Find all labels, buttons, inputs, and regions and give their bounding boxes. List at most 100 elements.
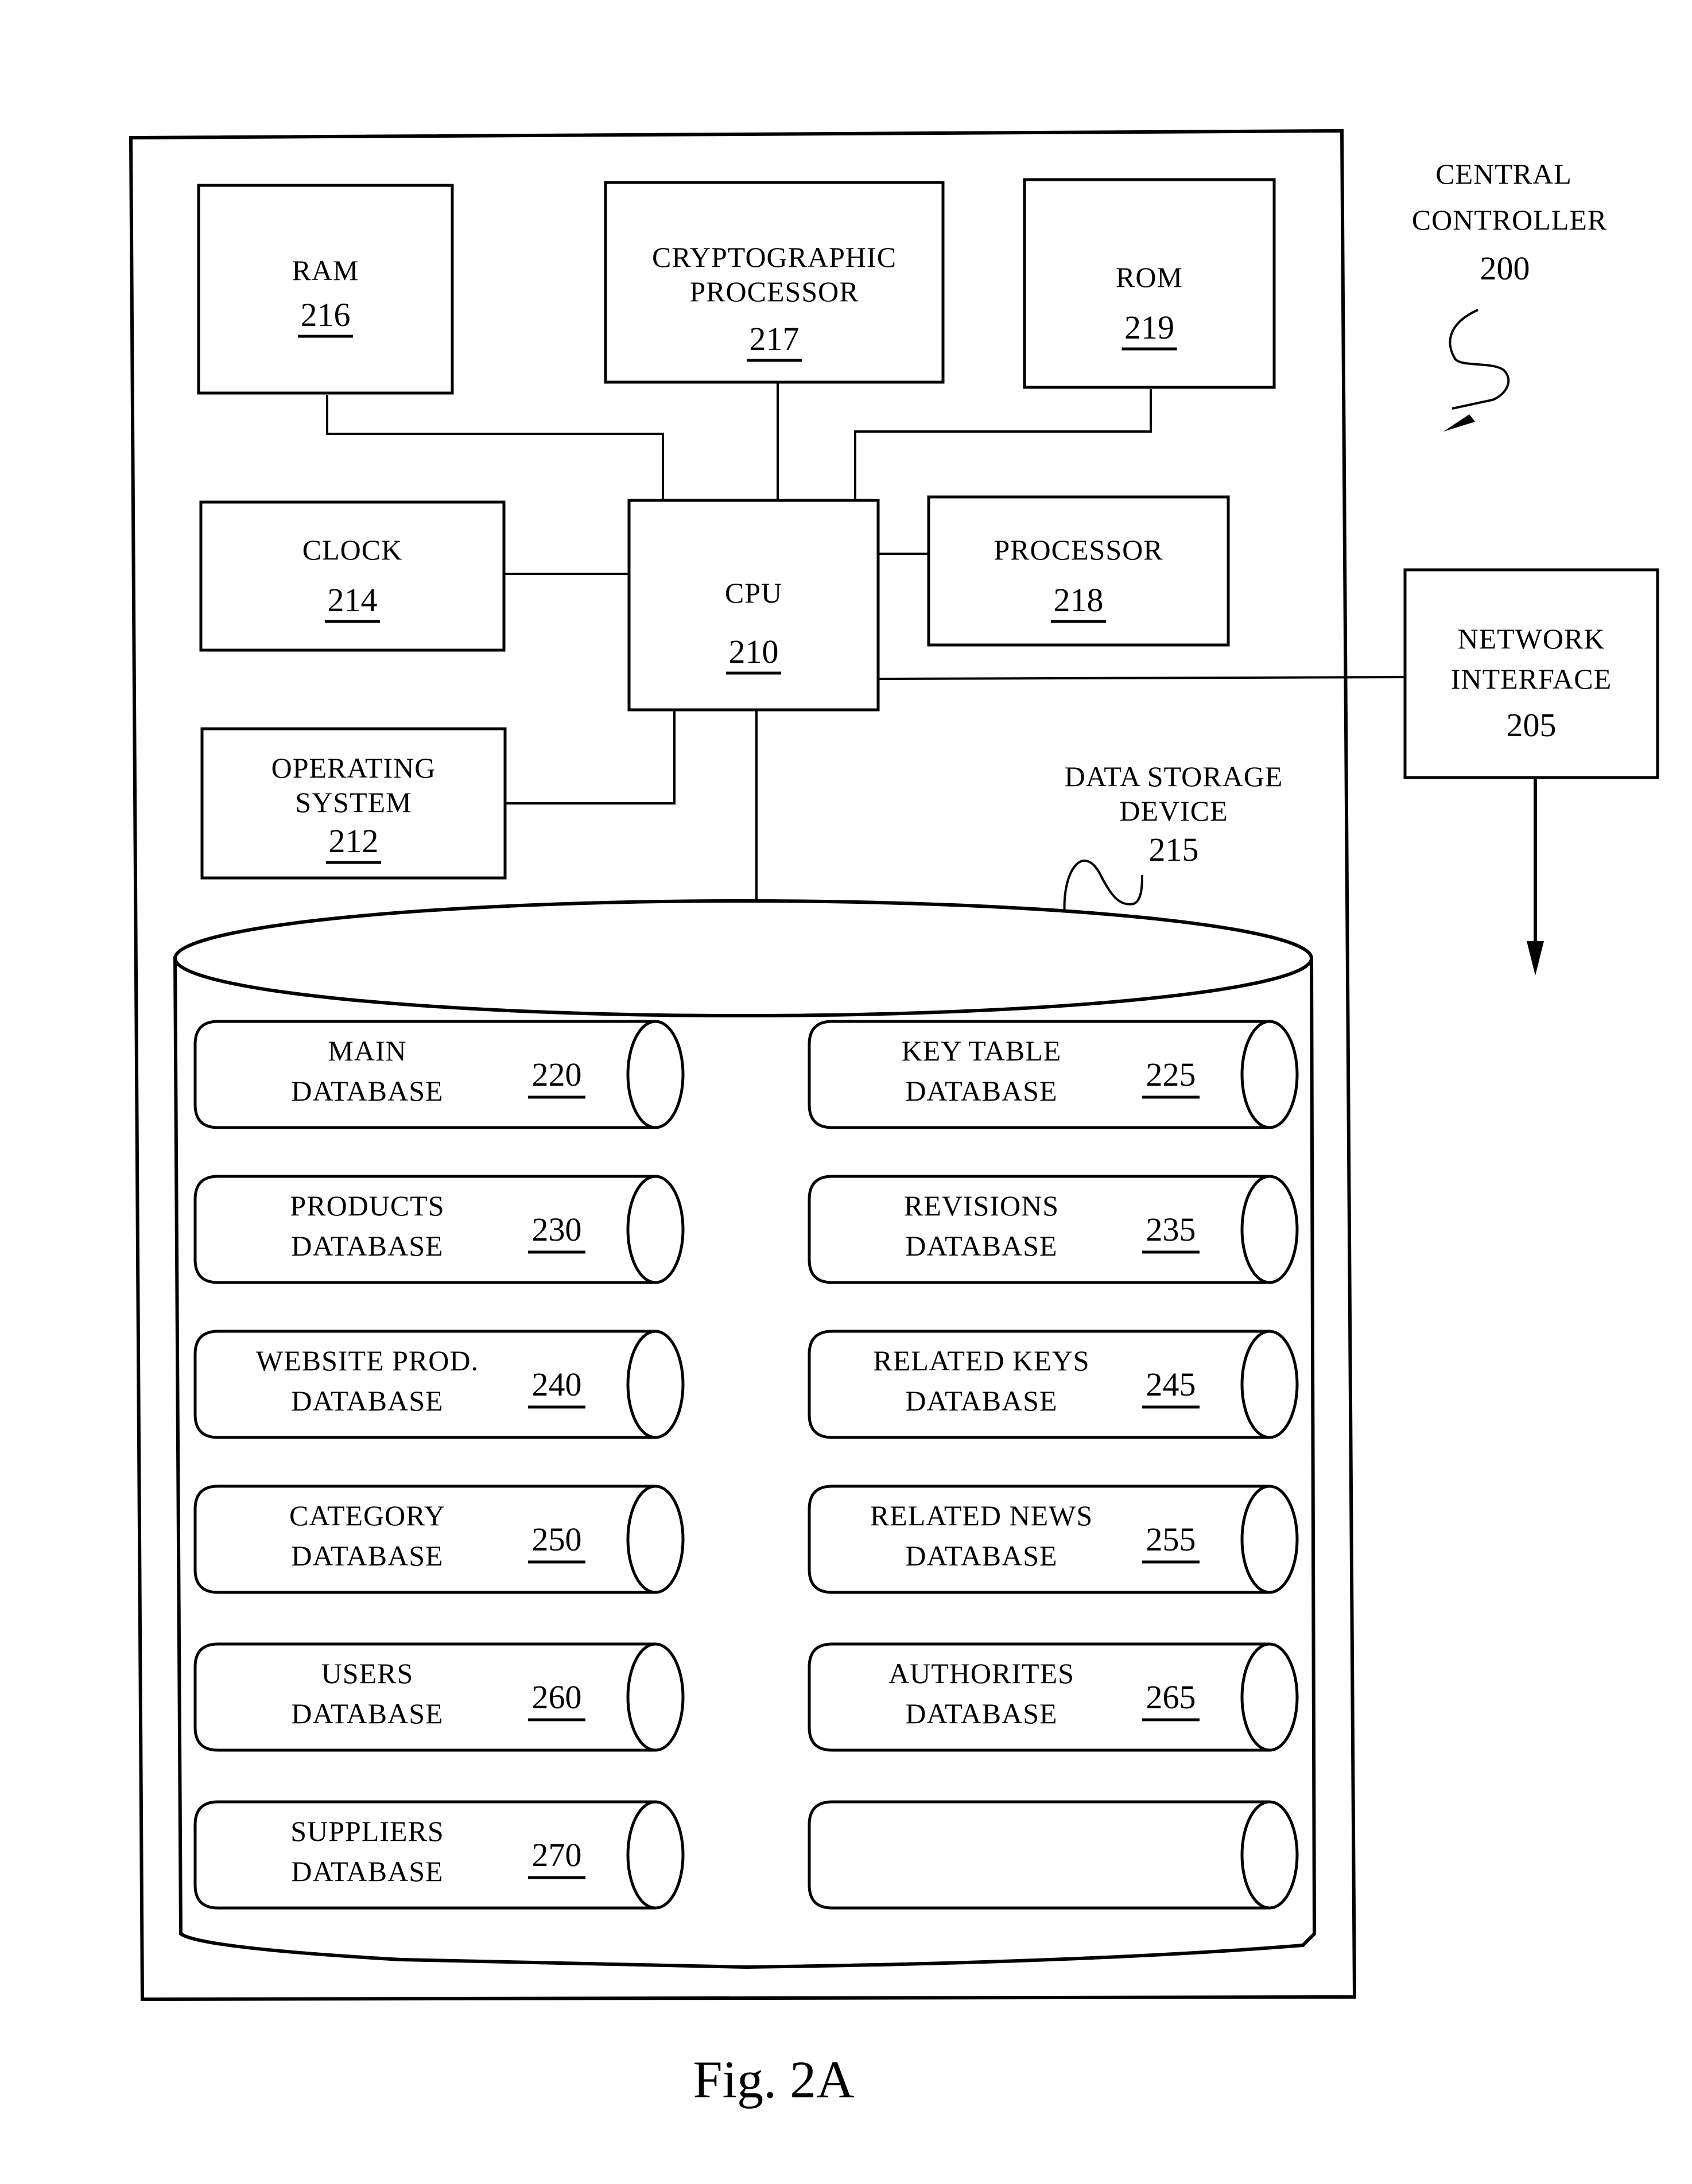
database-cylinder: PRODUCTS DATABASE 230	[193, 1175, 685, 1284]
ram-box: RAM 216	[197, 184, 454, 395]
database-type: DATABASE	[291, 1540, 443, 1572]
database-ref-number: 235	[1146, 1211, 1196, 1248]
network-label: INTERFACE	[1451, 663, 1612, 695]
storage-box: DATA STORAGEDEVICE 215	[1065, 760, 1283, 868]
clock-box-outline	[199, 500, 506, 652]
connectors	[326, 383, 1544, 976]
database-cylinder: RELATED KEYS DATABASE 245	[808, 1330, 1299, 1439]
database-type: DATABASE	[291, 1230, 443, 1262]
database-end-cap	[626, 1330, 685, 1439]
database-type: DATABASE	[905, 1385, 1057, 1417]
database-end-cap	[1240, 1330, 1299, 1439]
database-name: AUTHORITES	[888, 1657, 1074, 1689]
database-end-cap	[626, 1800, 685, 1910]
cpu-label: CPU	[725, 577, 782, 609]
central-controller-title: CONTROLLER	[1412, 204, 1608, 236]
database-name: PRODUCTS	[290, 1190, 444, 1222]
crypto-ref-number: 217	[750, 320, 800, 357]
database-name: CATEGORY	[289, 1499, 445, 1532]
clock-label: CLOCK	[302, 534, 402, 566]
database-cylinder: SUPPLIERS DATABASE 270	[193, 1800, 685, 1910]
os-ref-number: 212	[329, 822, 379, 860]
database-end-cap	[626, 1485, 685, 1594]
processor-label: PROCESSOR	[994, 534, 1163, 566]
rom-label: ROM	[1116, 261, 1183, 293]
clock-box: CLOCK 214	[199, 500, 506, 652]
crypto-box: CRYPTOGRAPHICPROCESSOR 217	[604, 181, 945, 384]
database-name: SUPPLIERS	[290, 1815, 444, 1847]
database-type: DATABASE	[291, 1855, 443, 1887]
rom-box: ROM 219	[1023, 178, 1276, 389]
figure-caption: Fig. 2A	[693, 2050, 854, 2109]
storage-cylinder-top	[173, 899, 1313, 1017]
storage-pointer-squiggle	[1063, 859, 1143, 916]
network-output-arrowhead	[1527, 941, 1544, 976]
database-ref-number: 240	[532, 1366, 582, 1403]
controller-pointer-squiggle	[1449, 309, 1510, 410]
database-type: DATABASE	[905, 1075, 1057, 1107]
ram-box-outline	[197, 184, 454, 395]
ram-label: RAM	[292, 254, 359, 286]
database-ref-number: 250	[532, 1521, 582, 1558]
os-label: SYSTEM	[295, 786, 412, 818]
database-cylinder: AUTHORITES DATABASE 265	[808, 1642, 1299, 1752]
database-ref-number: 260	[532, 1678, 582, 1716]
database-end-cap	[1240, 1175, 1299, 1284]
os-cpu-connector	[506, 710, 676, 805]
database-cylinder: KEY TABLE DATABASE 225	[808, 1020, 1299, 1129]
rom-cpu-connector	[854, 389, 1152, 499]
database-type: DATABASE	[905, 1230, 1057, 1262]
database-type: DATABASE	[905, 1697, 1057, 1730]
network-label: NETWORK	[1458, 623, 1605, 655]
database-end-cap	[626, 1020, 685, 1129]
crypto-label: CRYPTOGRAPHIC	[652, 241, 897, 273]
database-name: USERS	[321, 1657, 414, 1689]
os-box: OPERATINGSYSTEM 212	[200, 727, 507, 880]
database-cylinder: USERS DATABASE 260	[193, 1642, 685, 1752]
clock-ref-number: 214	[328, 581, 378, 619]
database-ref-number: 265	[1146, 1678, 1196, 1716]
ram-ref-number: 216	[301, 296, 351, 333]
central-controller-title: CENTRAL	[1435, 158, 1572, 190]
database-cylinder: RELATED NEWS DATABASE 255	[808, 1485, 1299, 1594]
database-ref-number: 230	[532, 1211, 582, 1248]
database-name: RELATED KEYS	[873, 1344, 1089, 1377]
database-cylinder: REVISIONS DATABASE 235	[808, 1175, 1299, 1284]
database-name: KEY TABLE	[902, 1035, 1062, 1067]
database-name: MAIN	[328, 1035, 406, 1067]
database-type: DATABASE	[291, 1697, 443, 1730]
storage-label: DEVICE	[1119, 795, 1228, 827]
database-cylinder: CATEGORY DATABASE 250	[193, 1485, 685, 1594]
os-label: OPERATING	[271, 752, 436, 784]
storage-label: DATA STORAGE	[1065, 760, 1283, 792]
database-cylinder: MAIN DATABASE 220	[193, 1020, 685, 1129]
database-ref-number: 225	[1146, 1056, 1196, 1093]
database-cylinder	[808, 1800, 1299, 1910]
database-end-cap	[1240, 1800, 1299, 1910]
database-end-cap	[1240, 1020, 1299, 1129]
database-end-cap	[1240, 1642, 1299, 1752]
database-name: WEBSITE PROD.	[256, 1344, 479, 1377]
database-type: DATABASE	[291, 1075, 443, 1107]
database-end-cap	[626, 1642, 685, 1752]
processor-box: PROCESSOR 218	[927, 495, 1230, 647]
database-ref-number: 220	[532, 1056, 582, 1093]
network-box: NETWORK INTERFACE 205	[1403, 568, 1659, 779]
ram-cpu-connector	[326, 395, 664, 499]
cpu-ref-number: 210	[729, 633, 779, 670]
cpu-network-connector	[878, 676, 1407, 680]
database-ref-number: 245	[1146, 1366, 1196, 1403]
network-ref-number: 205	[1507, 706, 1557, 744]
storage-ref-number: 215	[1149, 831, 1199, 868]
database-ref-number: 255	[1146, 1521, 1196, 1558]
database-body	[808, 1800, 1270, 1910]
database-end-cap	[1240, 1485, 1299, 1594]
database-type: DATABASE	[905, 1540, 1057, 1572]
controller-pointer-arrowhead	[1443, 414, 1475, 432]
database-cylinder: WEBSITE PROD. DATABASE 240	[193, 1330, 685, 1439]
central-controller-diagram: RAM216CRYPTOGRAPHICPROCESSOR217ROM219CLO…	[129, 129, 1659, 2109]
database-type: DATABASE	[291, 1385, 443, 1417]
central-controller-ref-number: 200	[1480, 250, 1530, 287]
database-ref-number: 270	[532, 1836, 582, 1874]
database-name: RELATED NEWS	[870, 1499, 1093, 1532]
